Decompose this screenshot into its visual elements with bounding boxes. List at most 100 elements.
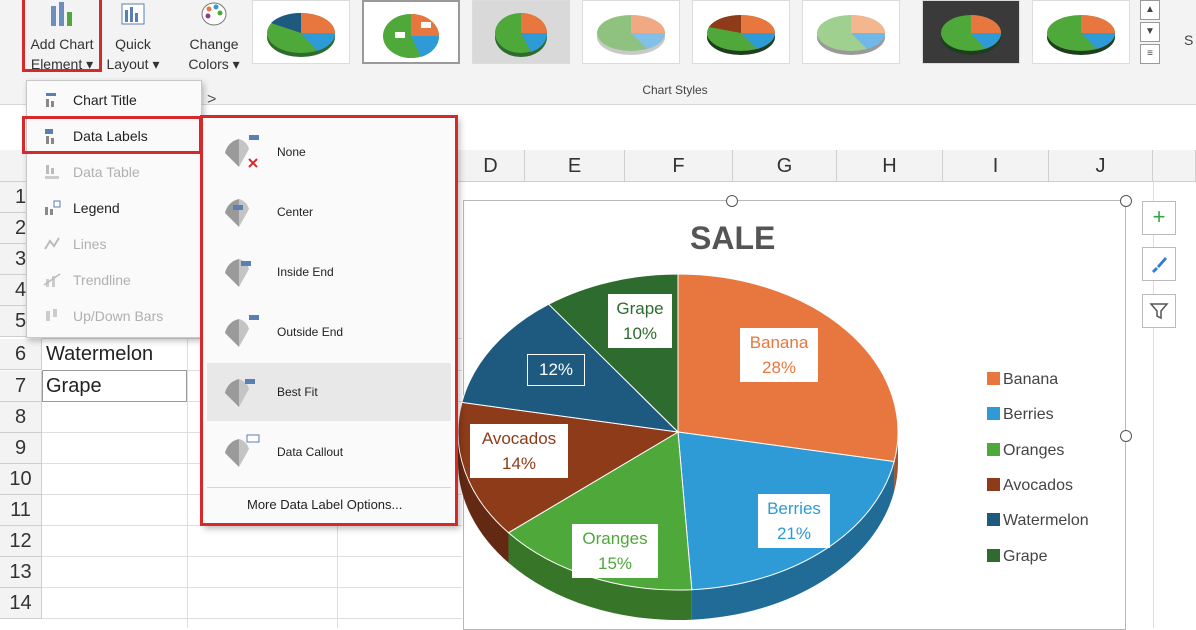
menu-item-label: Lines [73,236,107,252]
row-header[interactable]: 10 [0,464,42,495]
highlight-data-labels-submenu [200,115,458,526]
menu-item-chart-title[interactable]: Chart Title > [27,83,216,117]
legend-swatch [987,478,1000,491]
chart-style-5[interactable] [692,0,790,64]
row-header[interactable]: 8 [0,402,42,433]
gridline [42,587,462,588]
lines-icon [44,237,60,250]
ribbon-cutoff-letter: S [1184,32,1194,48]
legend-label: Oranges [1003,442,1065,459]
column-header-f[interactable]: F [625,150,733,182]
chart-style-3[interactable] [472,0,570,64]
legend-swatch [987,443,1000,456]
chart-style-4[interactable] [582,0,680,64]
gallery-more-icon[interactable]: ≡ [1140,44,1160,64]
gallery-scroll-down-icon[interactable]: ▼ [1140,22,1160,42]
gridline [42,618,462,619]
pie-thumbnail-icon [707,15,776,55]
highlight-add-chart-element [22,0,102,72]
chart-style-8[interactable] [1032,0,1130,64]
gallery-scroll: ▲ ▼ ≡ [1140,0,1162,70]
row-header[interactable]: 11 [0,495,42,526]
chart-style-2[interactable] [362,0,460,64]
chevron-right-icon: > [207,91,217,108]
quick-layout-label-2: Layout ▾ [106,56,160,72]
legend-swatch [987,513,1000,526]
menu-item-lines[interactable]: Lines> [27,227,216,261]
legend-item-watermelon[interactable]: Watermelon [987,510,1089,532]
pie-thumbnail-icon [941,15,1002,55]
data-label-avocados-name: Avocados [481,429,557,448]
menu-item-legend[interactable]: Legend> [27,191,216,225]
legend-icon [45,200,61,215]
highlight-data-labels [22,116,202,154]
data-label-banana[interactable]: Banana 28% [740,328,818,382]
legend-label: Avocados [1003,477,1073,494]
column-header-k[interactable] [1153,150,1196,182]
brush-icon [1152,257,1167,273]
legend-item-avocados[interactable]: Avocados [987,475,1073,497]
pie-thumbnail-icon [817,15,886,55]
change-colors-label-2: Colors ▾ [188,56,240,72]
menu-item-label: Trendline [73,272,131,288]
row-header[interactable]: 7 [0,371,42,402]
pie-thumbnail-icon [383,14,440,58]
column-header-h[interactable]: H [837,150,943,182]
data-label-oranges[interactable]: Oranges 15% [572,524,658,578]
row-header[interactable]: 6 [0,339,42,370]
chart-styles-brush-icon[interactable] [1142,247,1176,281]
pie-thumbnail-icon [1047,15,1116,55]
chart-style-6[interactable] [802,0,900,64]
menu-item-label: Legend [73,200,120,216]
data-label-berries-name: Berries [767,499,821,518]
row-header[interactable]: 9 [0,433,42,464]
menu-item-data-table[interactable]: Data Table> [27,155,216,189]
menu-item-trendline[interactable]: Trendline> [27,263,216,297]
data-label-grape-name: Grape [616,299,664,318]
column-header-i[interactable]: I [943,150,1049,182]
palette-icon [201,2,227,26]
change-colors-button[interactable]: Change Colors ▾ [182,0,246,76]
row-header[interactable]: 14 [0,588,42,619]
resize-handle[interactable] [1120,195,1132,207]
quick-layout-button[interactable]: Quick Layout ▾ [104,0,162,76]
menu-item-label: Up/Down Bars [73,308,164,324]
cell-watermelon[interactable]: Watermelon [46,339,153,370]
resize-handle[interactable] [726,195,738,207]
trendline-icon [43,273,61,287]
column-header-d[interactable]: D [457,150,525,182]
legend-item-oranges[interactable]: Oranges [987,440,1064,462]
change-colors-label-1: Change [189,36,239,52]
row-header[interactable]: 12 [0,526,42,557]
legend-item-berries[interactable]: Berries [987,404,1054,426]
data-label-banana-value: 28% [761,358,797,377]
chart-filters-icon[interactable] [1142,294,1176,328]
legend-item-banana[interactable]: Banana [987,369,1058,391]
gridline [42,556,462,557]
chart-elements-plus-icon[interactable]: + [1142,201,1176,235]
data-label-berries-value: 21% [776,524,812,543]
resize-handle[interactable] [1120,430,1132,442]
row-header[interactable]: 13 [0,557,42,588]
column-header-j[interactable]: J [1049,150,1153,182]
menu-item-label: Data Table [73,164,140,180]
column-header-e[interactable]: E [525,150,625,182]
quick-layout-label-1: Quick [115,36,151,52]
legend-swatch [987,372,1000,385]
data-label-avocados[interactable]: Avocados 14% [470,424,568,478]
chart-style-1[interactable] [252,0,350,64]
chart-style-7[interactable] [922,0,1020,64]
gallery-scroll-up-icon[interactable]: ▲ [1140,0,1160,20]
legend-swatch [987,407,1000,420]
legend-item-grape[interactable]: Grape [987,546,1047,568]
data-label-grape[interactable]: Grape 10% [608,294,672,348]
pie-thumbnail-icon [597,15,666,55]
data-label-avocados-value: 14% [501,454,537,473]
data-label-watermelon[interactable]: 12% [527,354,585,386]
column-header-g[interactable]: G [733,150,837,182]
menu-item-up-down-bars[interactable]: Up/Down Bars> [27,299,216,333]
data-label-berries[interactable]: Berries 21% [758,494,830,548]
selected-range-outline [42,370,187,402]
chart-title[interactable]: SALE [690,220,775,257]
data-label-banana-name: Banana [749,333,809,352]
